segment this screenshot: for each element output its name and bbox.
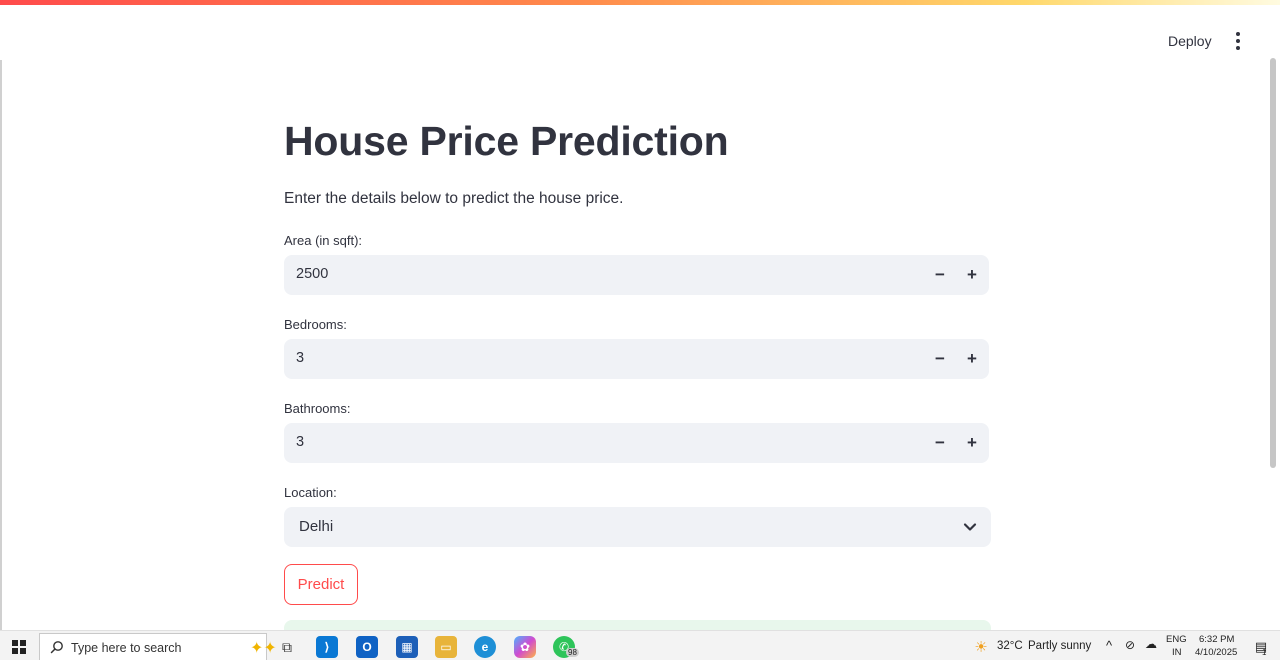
language-indicator[interactable]: ENG [1166,634,1187,645]
cloud-icon[interactable]: ☁ [1145,637,1157,651]
page-scrollbar[interactable] [1270,58,1276,468]
outlook-icon[interactable]: O [356,636,378,658]
window-edge [0,0,2,630]
area-increment-button[interactable]: + [960,263,984,287]
show-hidden-icons-icon[interactable]: ^ [1106,638,1112,653]
bedrooms-input[interactable]: 3 − + [284,339,989,379]
region-indicator[interactable]: IN [1172,647,1182,658]
clock-time[interactable]: 6:32 PM [1199,634,1234,645]
area-decrement-button[interactable]: − [928,263,952,287]
file-explorer-icon[interactable]: ▭ [435,636,457,658]
taskbar-search-box[interactable]: Type here to search ✦✦ [39,633,277,660]
bathrooms-decrement-button[interactable]: − [928,431,952,455]
bedrooms-increment-button[interactable]: + [960,347,984,371]
bedrooms-label: Bedrooms: [284,317,347,332]
edge-browser-icon[interactable]: e [474,636,496,658]
weather-description[interactable]: Partly sunny [1028,640,1091,652]
whatsapp-badge: 98 [566,648,579,657]
location-value[interactable]: Delhi [299,518,333,535]
copilot-icon[interactable]: ✿ [514,636,536,658]
location-select[interactable]: Delhi [284,507,991,547]
page-subtitle: Enter the details below to predict the h… [284,190,624,207]
microsoft-store-icon[interactable]: ▦ [396,636,418,658]
notification-icon[interactable]: ▤ [1250,636,1272,658]
taskbar-search-placeholder[interactable]: Type here to search [71,641,181,655]
weather-temperature[interactable]: 32°C [997,640,1023,652]
search-highlight-icon[interactable]: ✦✦ [250,638,277,658]
main-menu-icon[interactable] [1228,27,1248,55]
area-value[interactable]: 2500 [296,266,328,282]
bathrooms-increment-button[interactable]: + [960,431,984,455]
bathrooms-input[interactable]: 3 − + [284,423,989,463]
weather-icon[interactable]: ☀ [970,636,992,658]
bedrooms-value[interactable]: 3 [296,350,304,366]
predict-button[interactable]: Predict [284,564,358,605]
search-icon [50,641,63,654]
app-header: Deploy [0,5,1280,60]
location-label: Location: [284,485,337,500]
notification-count: 1 [1262,648,1267,657]
area-label: Area (in sqft): [284,233,363,248]
bathrooms-label: Bathrooms: [284,401,351,416]
deploy-button[interactable]: Deploy [1160,27,1220,55]
taskbar: Type here to search ✦✦ ⧉ ⟩ O ▦ ▭ e ✿ ✆ 9… [0,630,1280,660]
clock-date[interactable]: 4/10/2025 [1195,647,1237,658]
page-title: House Price Prediction [284,118,729,164]
chevron-down-icon[interactable] [960,517,980,537]
vscode-icon[interactable]: ⟩ [316,636,338,658]
bedrooms-decrement-button[interactable]: − [928,347,952,371]
windows-start-icon[interactable] [12,640,26,654]
network-icon[interactable]: ⊘ [1125,638,1135,652]
bathrooms-value[interactable]: 3 [296,434,304,450]
area-input[interactable]: 2500 − + [284,255,989,295]
task-view-icon[interactable]: ⧉ [276,636,298,658]
